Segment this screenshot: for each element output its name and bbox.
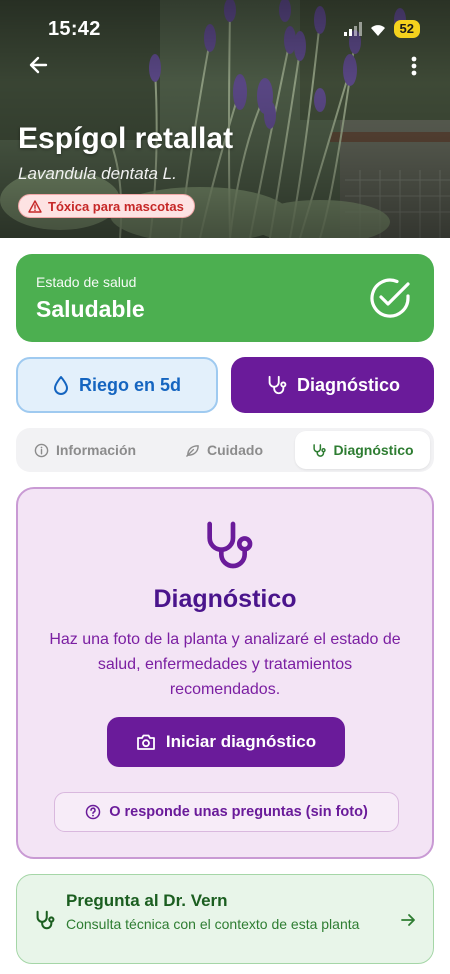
ask-vern-description: Consulta técnica con el contexto de esta… — [66, 916, 360, 932]
start-diagnosis-label: Iniciar diagnóstico — [165, 732, 317, 751]
leaf-icon — [186, 444, 199, 457]
stethoscope-icon — [268, 375, 287, 395]
check-circle-icon — [370, 278, 410, 318]
signal-icon — [343, 22, 362, 36]
diagnosis-title: Diagnóstico — [153, 585, 297, 613]
tab-care[interactable]: Cuidado — [159, 431, 289, 469]
tab-diagnosis[interactable]: Diagnóstico — [295, 431, 430, 469]
health-value: Saludable — [36, 296, 145, 322]
tab-information-label: Información — [55, 442, 137, 458]
back-arrow-icon[interactable] — [24, 50, 54, 80]
arrow-right-icon — [401, 914, 415, 926]
tab-information[interactable]: Información — [20, 431, 150, 469]
health-status-card[interactable]: Estado de salud Saludable — [16, 254, 434, 342]
stethoscope-icon — [313, 443, 327, 457]
diagnosis-label: Diagnóstico — [296, 374, 400, 395]
plant-hero: 15:42 52 Espígol retallat Lavandula dent… — [0, 0, 450, 238]
health-label: Estado de salud — [36, 274, 137, 290]
tab-diagnosis-label: Diagnóstico — [333, 442, 414, 458]
plant-scientific-name: Lavandula dentata L. — [18, 164, 177, 183]
start-diagnosis-button[interactable]: Iniciar diagnóstico — [107, 717, 345, 767]
watering-button[interactable]: Riego en 5d — [16, 357, 218, 413]
stethoscope-icon — [207, 521, 253, 569]
help-circle-icon — [85, 804, 101, 820]
answer-questions-button[interactable]: O responde unas preguntas (sin foto) — [54, 792, 399, 832]
wifi-icon — [370, 24, 385, 36]
diagnosis-description: Haz una foto de la planta y analizaré el… — [49, 631, 401, 698]
watering-label: Riego en 5d — [78, 374, 181, 395]
info-icon — [34, 443, 49, 457]
diagnosis-panel: Diagnóstico Haz una foto de la planta y … — [16, 487, 434, 859]
camera-icon — [136, 734, 155, 750]
plant-name: Espígol retallat — [18, 122, 234, 155]
status-time: 15:42 — [48, 18, 101, 40]
warning-icon — [28, 199, 42, 213]
tab-care-label: Cuidado — [207, 442, 263, 458]
water-drop-icon — [53, 376, 68, 395]
status-bar: 15:42 52 — [0, 14, 450, 46]
diagnosis-button[interactable]: Diagnóstico — [231, 357, 434, 413]
ask-vern-title: Pregunta al Dr. Vern — [66, 891, 228, 910]
more-options-icon[interactable] — [402, 52, 426, 80]
toxicity-badge: Tóxica para mascotas — [18, 194, 195, 218]
toxicity-label: Tóxica para mascotas — [48, 198, 184, 214]
answer-questions-label: O responde unas preguntas (sin foto) — [109, 804, 368, 820]
ask-vern-card[interactable]: Pregunta al Dr. Vern Consulta técnica co… — [16, 874, 434, 964]
status-icons: 52 — [343, 20, 420, 38]
battery-indicator: 52 — [393, 20, 420, 38]
stethoscope-icon — [36, 910, 55, 930]
tab-bar: Información Cuidado Diagnóstico — [16, 428, 434, 472]
